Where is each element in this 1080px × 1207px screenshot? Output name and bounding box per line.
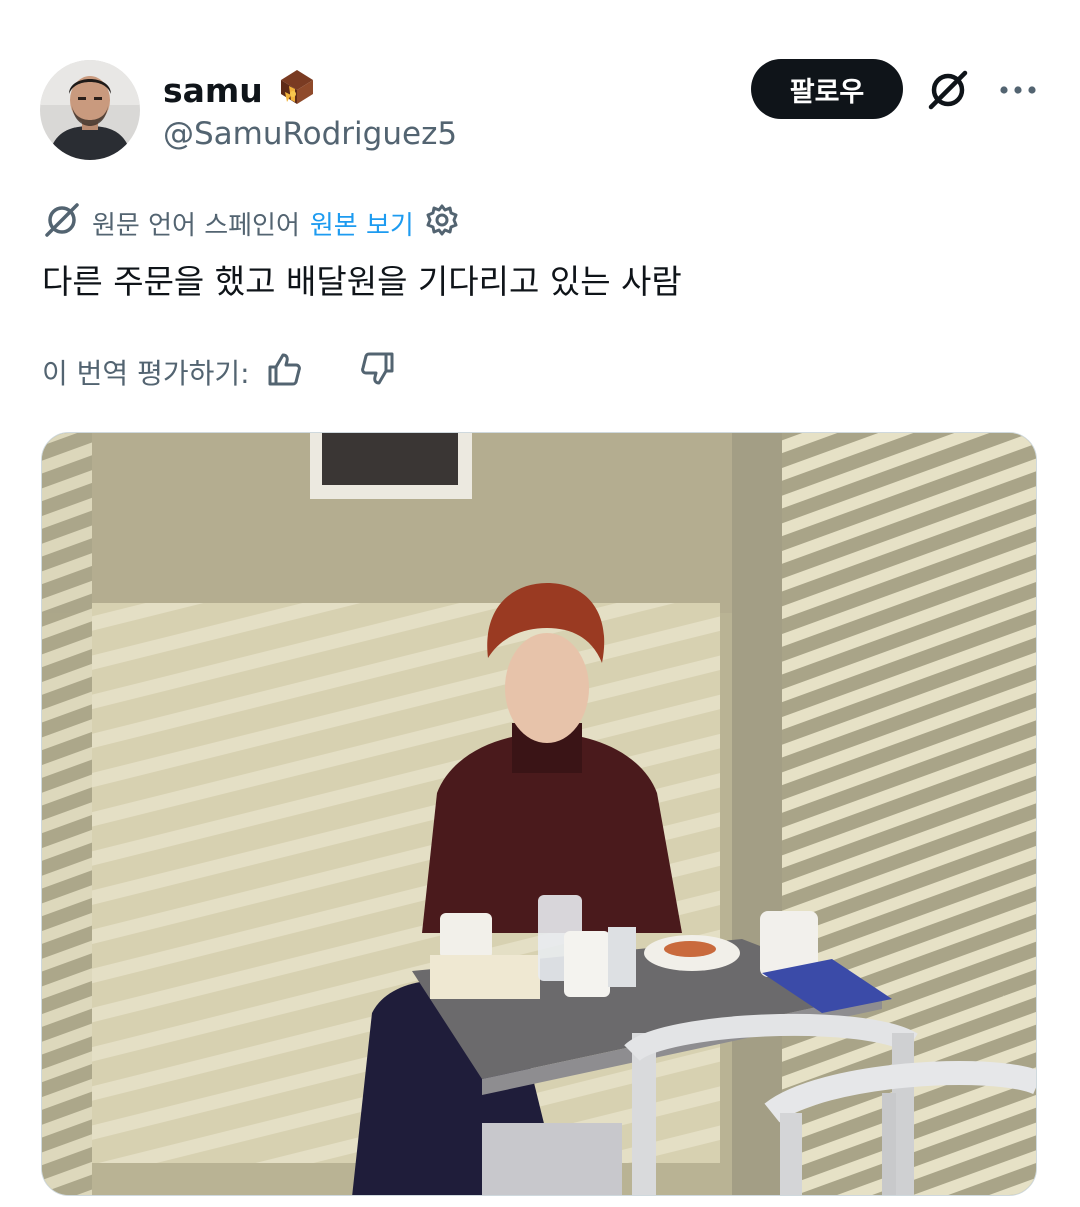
more-horizontal-icon[interactable] xyxy=(992,64,1044,116)
author-name-row[interactable]: samu xyxy=(163,64,319,117)
display-name[interactable]: samu xyxy=(163,71,263,111)
follow-button[interactable]: 팔로우 xyxy=(751,59,903,119)
thumbs-up-icon[interactable] xyxy=(264,349,304,396)
treasure-chest-emoji-icon xyxy=(275,64,319,117)
tweet-media-photo[interactable] xyxy=(41,432,1037,1196)
source-language-text: 원문 언어 스페인어 xyxy=(92,210,300,241)
translation-rating-row: 이 번역 평가하기: xyxy=(42,350,398,394)
author-handle[interactable]: @SamuRodriguez5 xyxy=(163,114,457,154)
thumbs-down-icon[interactable] xyxy=(358,349,398,396)
grok-icon[interactable] xyxy=(922,64,974,116)
tweet-text: 다른 주문을 했고 배달원을 기다리고 있는 사람 xyxy=(42,262,682,301)
avatar[interactable] xyxy=(40,60,140,160)
gear-icon[interactable] xyxy=(424,202,460,245)
grok-translate-icon xyxy=(42,200,82,247)
show-original-link[interactable]: 원본 보기 xyxy=(310,205,414,242)
translation-row: 원문 언어 스페인어 원본 보기 xyxy=(42,202,460,244)
rating-prompt: 이 번역 평가하기: xyxy=(42,357,250,390)
